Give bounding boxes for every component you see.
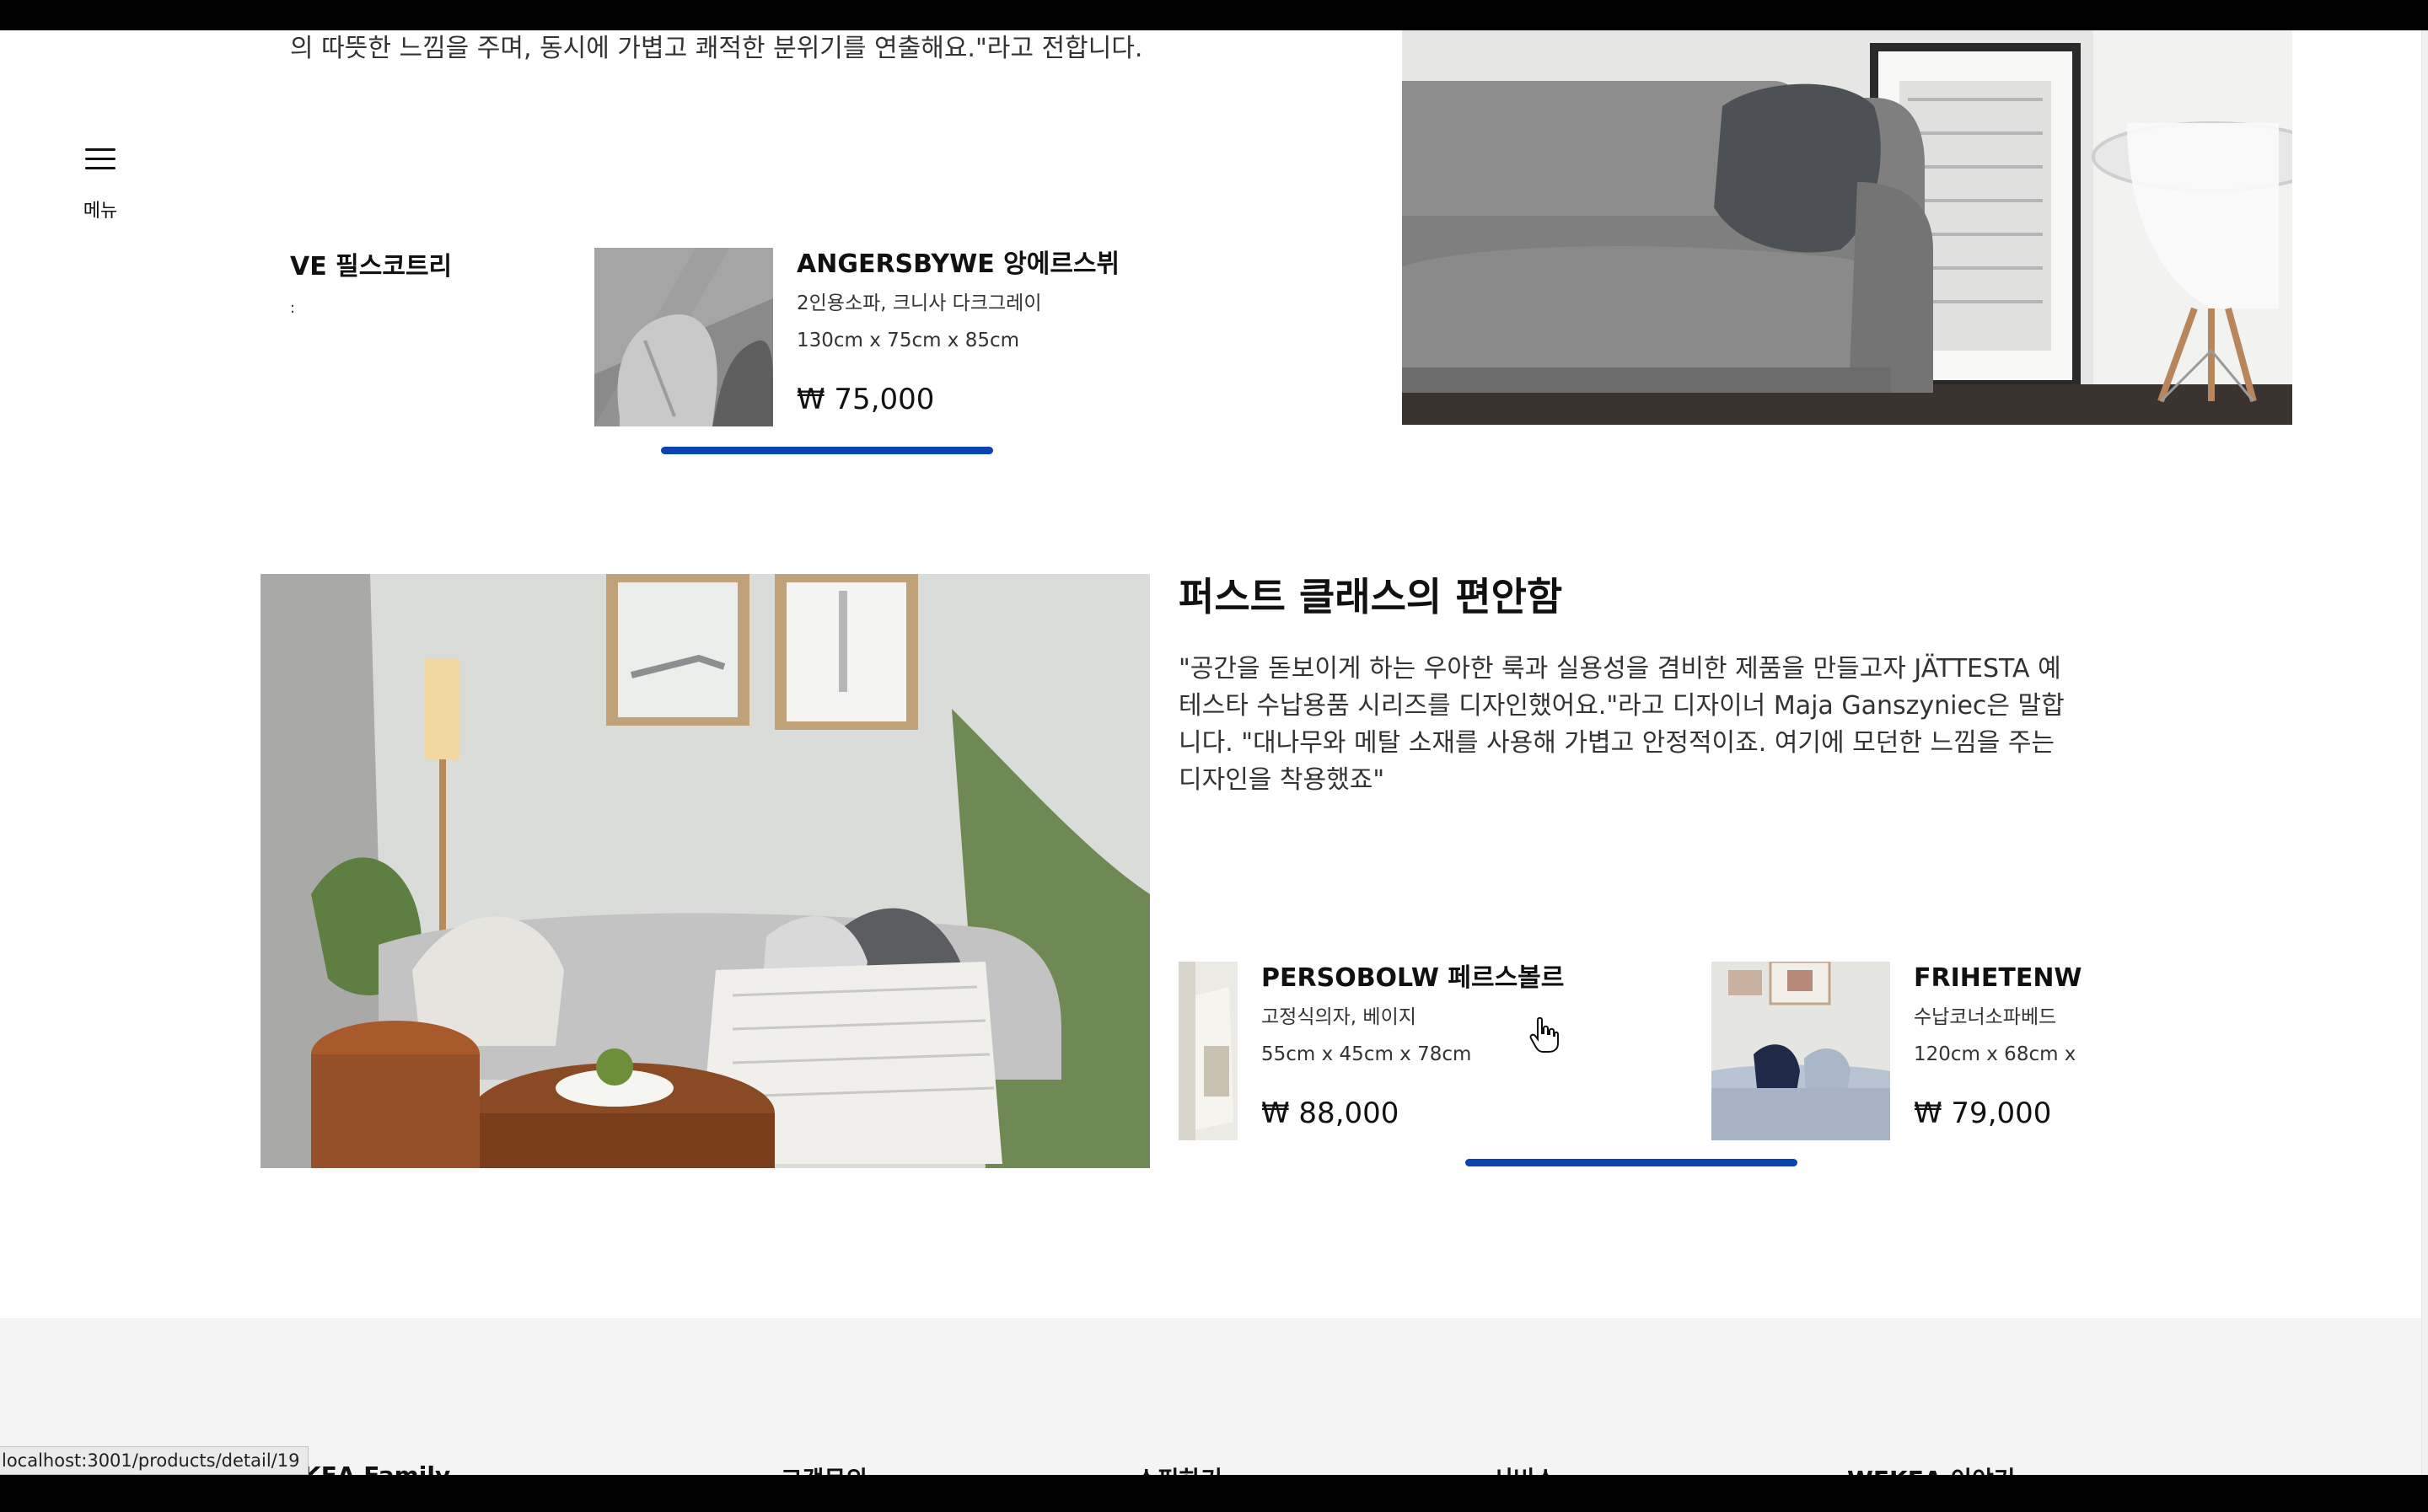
carousel-progress-bar[interactable] bbox=[661, 447, 993, 454]
product-price: ₩ 79,000 bbox=[1914, 1096, 2052, 1130]
product-thumbnail[interactable] bbox=[1711, 962, 1890, 1140]
browser-viewport: 메뉴 의 따뜻한 느낌을 주며, 동시에 가볍고 쾌적한 분위기를 연출해요."… bbox=[0, 30, 2428, 1475]
product-carousel-1[interactable]: VE 필스코트리 : ANGERSBYWE 앙에르스뷔 2인용소파, 크니사 다… bbox=[290, 216, 1319, 469]
product-thumbnail[interactable] bbox=[1179, 962, 1238, 1140]
status-bar-url: localhost:3001/products/detail/19 bbox=[0, 1446, 309, 1475]
partial-product-card[interactable]: VE 필스코트리 : bbox=[290, 245, 452, 317]
product-name[interactable]: PERSOBOLW 페르스볼르 bbox=[1261, 963, 1564, 994]
carousel-progress-bar[interactable] bbox=[1465, 1159, 1797, 1166]
product-size: 55cm x 45cm x 78cm bbox=[1261, 1043, 1472, 1065]
vertical-scrollbar[interactable] bbox=[2421, 30, 2428, 1475]
section-title: 퍼스트 클래스의 편안함 bbox=[1179, 574, 1563, 619]
footer-link-services[interactable]: 서비스 bbox=[1491, 1461, 1556, 1475]
footer-link-customer-service[interactable]: 고객문의 bbox=[781, 1461, 868, 1475]
product-size: 130cm x 75cm x 85cm bbox=[797, 330, 1020, 351]
living-room-lounge-image bbox=[261, 574, 1150, 1168]
top-quote-text: 의 따뜻한 느낌을 주며, 동시에 가볍고 쾌적한 분위기를 연출해요."라고 … bbox=[290, 34, 1143, 63]
product-name[interactable]: ANGERSBYWE 앙에르스뷔 bbox=[797, 249, 1120, 280]
product-price: ₩ 88,000 bbox=[1261, 1096, 1399, 1130]
product-desc: 고정식의자, 베이지 bbox=[1261, 1006, 1416, 1028]
product-thumbnail[interactable] bbox=[594, 248, 773, 426]
product-size: 120cm x 68cm x bbox=[1914, 1043, 2076, 1065]
hand-pointer-cursor-icon bbox=[1529, 1016, 1559, 1053]
product-desc: 2인용소파, 크니사 다크그레이 bbox=[797, 292, 1042, 314]
product-desc: : bbox=[290, 299, 296, 317]
living-room-sofa-image bbox=[1402, 30, 2292, 425]
footer-link-shopping[interactable]: 쇼핑하기 bbox=[1136, 1461, 1222, 1475]
menu-nav[interactable]: 메뉴 bbox=[67, 148, 133, 223]
product-desc: 수납코너소파베드 bbox=[1914, 1006, 2057, 1028]
footer-link-story[interactable]: WEKEA 이야기 bbox=[1847, 1461, 2016, 1475]
menu-label: 메뉴 bbox=[83, 201, 118, 222]
product-price: ₩ 75,000 bbox=[797, 383, 935, 416]
section-body-text: "공간을 돋보이게 하는 우아한 룩과 실용성을 겸비한 제품을 만들고자 JÄ… bbox=[1179, 654, 2065, 795]
product-name: VE 필스코트리 bbox=[290, 252, 453, 281]
site-footer: WEKEA Family 고객문의 쇼핑하기 서비스 WEKEA 이야기 bbox=[0, 1318, 2421, 1475]
hamburger-icon[interactable] bbox=[85, 148, 115, 172]
product-name[interactable]: FRIHETENW bbox=[1914, 963, 2082, 994]
